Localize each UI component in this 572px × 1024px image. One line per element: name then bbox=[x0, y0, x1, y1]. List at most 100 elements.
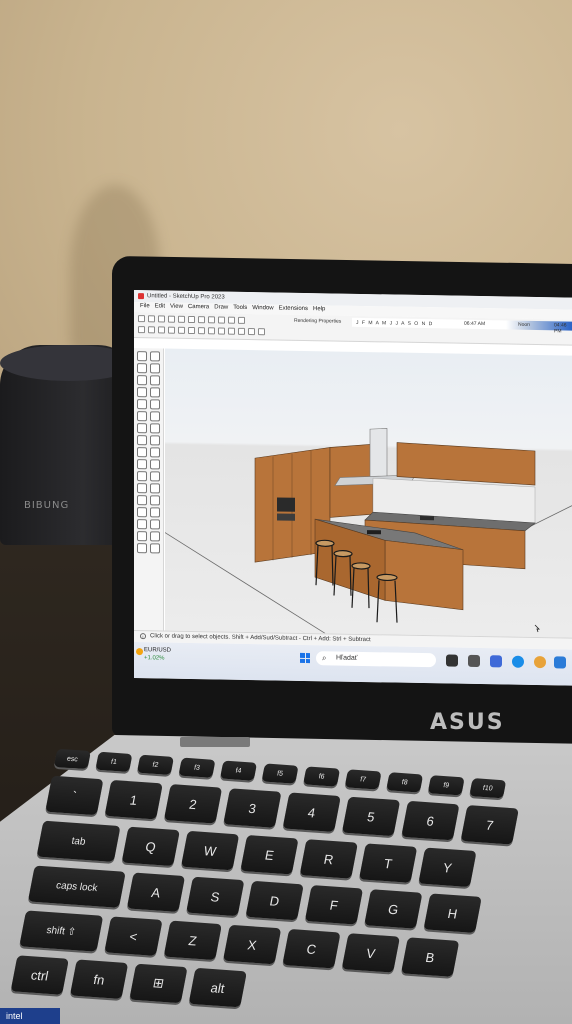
key-ctrl[interactable]: ctrl bbox=[10, 955, 69, 995]
copy-icon[interactable] bbox=[178, 315, 185, 323]
taskbar-search-input[interactable]: ⌕ Hľadať bbox=[316, 651, 436, 668]
key-c[interactable]: C bbox=[282, 928, 341, 969]
start-button-icon[interactable] bbox=[300, 652, 310, 664]
teams-icon[interactable] bbox=[490, 655, 502, 668]
erase-icon[interactable] bbox=[198, 316, 205, 324]
axes-tool-icon[interactable] bbox=[137, 483, 147, 494]
open-file-icon[interactable] bbox=[148, 315, 155, 323]
key-a[interactable]: A bbox=[126, 872, 186, 913]
polygon-tool-icon[interactable] bbox=[149, 411, 160, 422]
app-icon-1[interactable] bbox=[446, 654, 458, 667]
hidden-line-icon[interactable] bbox=[168, 326, 175, 334]
offset-tool-icon[interactable] bbox=[149, 447, 160, 458]
rectangle-tool-icon[interactable] bbox=[137, 399, 147, 410]
key-f2[interactable]: f2 bbox=[136, 754, 175, 775]
key-4[interactable]: 4 bbox=[282, 792, 341, 832]
redo-icon[interactable] bbox=[218, 316, 225, 324]
paint-bucket-icon[interactable] bbox=[149, 363, 160, 374]
key-windows[interactable]: ⊞ bbox=[129, 963, 188, 1004]
monochrome-icon[interactable] bbox=[198, 327, 205, 335]
tape-measure-icon[interactable] bbox=[137, 459, 147, 470]
right-view-icon[interactable] bbox=[238, 327, 245, 335]
key-s[interactable]: S bbox=[186, 876, 245, 917]
freehand-tool-icon[interactable] bbox=[149, 375, 160, 386]
key-7[interactable]: 7 bbox=[460, 805, 519, 845]
top-view-icon[interactable] bbox=[218, 327, 225, 335]
rotated-rectangle-icon[interactable] bbox=[149, 399, 160, 410]
key-g[interactable]: G bbox=[364, 889, 423, 929]
arc-tool-icon[interactable] bbox=[137, 387, 147, 398]
pie-tool-icon[interactable] bbox=[149, 387, 160, 398]
print-icon[interactable] bbox=[228, 316, 235, 324]
key-h[interactable]: H bbox=[423, 893, 482, 933]
key-y[interactable]: Y bbox=[418, 847, 477, 888]
app-icon-2[interactable] bbox=[468, 654, 480, 668]
display-section-icon[interactable] bbox=[149, 543, 160, 554]
shaded-textures-icon[interactable] bbox=[188, 326, 195, 335]
menu-item-window[interactable]: Window bbox=[252, 305, 273, 313]
key-f5[interactable]: f5 bbox=[261, 763, 299, 784]
key-tab[interactable]: tab bbox=[36, 820, 121, 862]
circle-tool-icon[interactable] bbox=[137, 411, 147, 422]
save-icon[interactable] bbox=[158, 315, 165, 323]
follow-me-icon[interactable] bbox=[149, 435, 160, 446]
position-camera-icon[interactable] bbox=[149, 519, 160, 530]
3d-text-icon[interactable] bbox=[149, 483, 160, 494]
key-b[interactable]: B bbox=[400, 937, 460, 977]
scale-tool-icon[interactable] bbox=[137, 447, 147, 458]
currency-widget[interactable]: EUR/USD +1.02% bbox=[144, 646, 171, 662]
push-pull-icon[interactable] bbox=[149, 423, 160, 434]
key-esc[interactable]: esc bbox=[53, 748, 91, 770]
shaded-icon[interactable] bbox=[178, 326, 185, 334]
pan-tool-icon[interactable] bbox=[149, 495, 160, 506]
key-less-than[interactable]: < bbox=[104, 916, 163, 956]
key-5[interactable]: 5 bbox=[341, 796, 401, 837]
key-r[interactable]: R bbox=[299, 839, 358, 879]
walk-tool-icon[interactable] bbox=[137, 531, 147, 542]
wireframe-icon[interactable] bbox=[158, 326, 165, 334]
key-w[interactable]: W bbox=[180, 830, 240, 871]
left-view-icon[interactable] bbox=[258, 328, 265, 336]
rendering-properties-button[interactable]: Rendering Properties bbox=[294, 318, 341, 325]
key-f8[interactable]: f8 bbox=[386, 772, 424, 793]
key-f3[interactable]: f3 bbox=[178, 757, 216, 778]
key-q[interactable]: Q bbox=[121, 826, 180, 867]
dimension-tool-icon[interactable] bbox=[149, 459, 160, 470]
key-1[interactable]: 1 bbox=[104, 779, 163, 820]
key-6[interactable]: 6 bbox=[401, 800, 460, 841]
zoom-tool-icon[interactable] bbox=[137, 507, 147, 518]
front-view-icon[interactable] bbox=[228, 327, 235, 335]
section-plane-icon[interactable] bbox=[137, 543, 147, 554]
key-f10[interactable]: f10 bbox=[469, 778, 507, 799]
key-f7[interactable]: f7 bbox=[344, 769, 382, 790]
menu-item-draw[interactable]: Draw bbox=[214, 304, 228, 312]
orbit-tool-icon[interactable] bbox=[137, 495, 147, 506]
look-around-icon[interactable] bbox=[149, 531, 160, 542]
key-d[interactable]: D bbox=[245, 880, 304, 921]
iso-view-icon[interactable] bbox=[208, 327, 215, 335]
key-3[interactable]: 3 bbox=[223, 788, 282, 828]
key-caps-lock[interactable]: caps lock bbox=[27, 865, 126, 908]
key-v[interactable]: V bbox=[341, 933, 401, 973]
paste-icon[interactable] bbox=[188, 315, 195, 324]
key-t[interactable]: T bbox=[358, 843, 418, 883]
key-fn[interactable]: fn bbox=[69, 959, 129, 999]
make-component-icon[interactable] bbox=[149, 351, 160, 362]
key-shift[interactable]: shift ⇧ bbox=[19, 910, 104, 952]
3d-viewport[interactable] bbox=[164, 348, 572, 638]
move-tool-icon[interactable] bbox=[137, 423, 147, 434]
zoom-window-icon[interactable] bbox=[149, 507, 160, 518]
key-z[interactable]: Z bbox=[163, 920, 222, 961]
back-edges-icon[interactable] bbox=[148, 326, 155, 334]
menu-item-help[interactable]: Help bbox=[313, 306, 325, 314]
line-tool-icon[interactable] bbox=[137, 375, 147, 386]
menu-item-file[interactable]: File bbox=[140, 303, 150, 311]
weather-sun-icon[interactable] bbox=[136, 648, 143, 656]
menu-item-view[interactable]: View bbox=[170, 304, 183, 312]
key-backtick[interactable]: ` bbox=[45, 775, 104, 816]
key-alt[interactable]: alt bbox=[188, 967, 247, 1008]
key-f6[interactable]: f6 bbox=[303, 766, 341, 787]
zoom-extents-icon[interactable] bbox=[137, 519, 147, 530]
store-icon[interactable] bbox=[554, 656, 566, 669]
select-tool-icon[interactable] bbox=[137, 351, 147, 362]
